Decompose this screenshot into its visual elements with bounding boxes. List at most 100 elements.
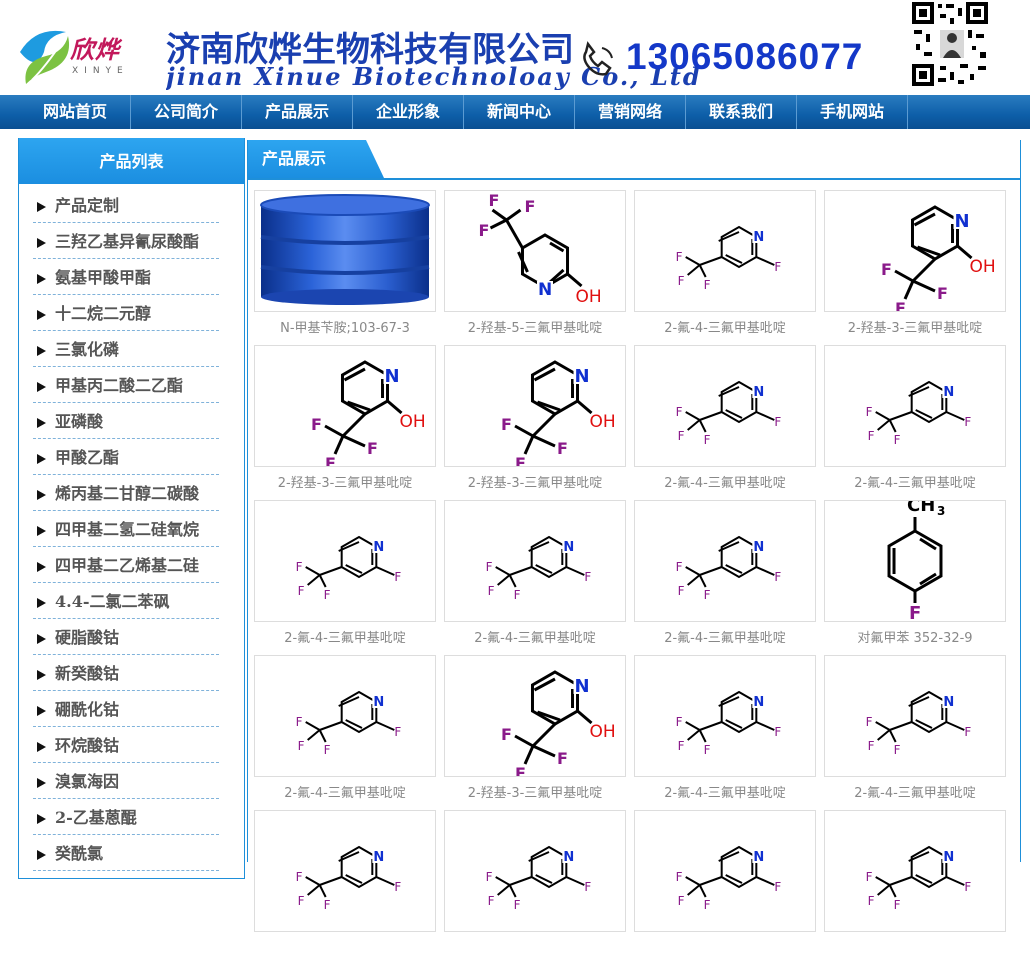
product-card[interactable]: N OH F F F 2-羟基-3-三氟甲基吡啶 (824, 190, 1006, 346)
fluoro-pyridine-structure-icon[interactable]: N F F F F (254, 810, 436, 932)
product-card[interactable]: N OH F F F 2-羟基-5-三氟甲基吡啶 (444, 190, 626, 346)
sidebar-item[interactable]: 产品定制 (33, 188, 219, 223)
product-caption[interactable]: 2-氟-4-三氟甲基吡啶 (444, 622, 626, 656)
hydroxy-pyridine-structure-icon[interactable]: N OH F F F (444, 190, 626, 312)
panel-title: 产品展示 (248, 140, 384, 178)
product-card[interactable]: N-甲基苄胺;103-67-3 (254, 190, 436, 346)
product-caption[interactable]: N-甲基苄胺;103-67-3 (254, 312, 436, 346)
sidebar-item[interactable]: 硬脂酸钴 (33, 620, 219, 655)
fluoro-pyridine-structure-icon[interactable]: N F F F F (634, 190, 816, 312)
sidebar-item[interactable]: 烯丙基二甘醇二碳酸 (33, 476, 219, 511)
product-card[interactable]: N F F F F 2-氟-4-三氟甲基吡啶 (254, 500, 436, 656)
product-card[interactable]: N F F F F (824, 810, 1006, 966)
nav-about[interactable]: 公司简介 (131, 95, 242, 129)
fluoro-pyridine-structure-icon[interactable]: N F F F F (634, 345, 816, 467)
product-card[interactable]: N F F F F 2-氟-4-三氟甲基吡啶 (254, 655, 436, 811)
nav-network[interactable]: 营销网络 (575, 95, 686, 129)
sidebar-item[interactable]: 4.4-二氯二苯砜 (33, 584, 219, 619)
fluoro-pyridine-structure-icon[interactable]: N F F F F (824, 810, 1006, 932)
sidebar-item[interactable]: 三氯化磷 (33, 332, 219, 367)
fluoro-pyridine-structure-icon[interactable]: N F F F F (634, 500, 816, 622)
nav-products[interactable]: 产品展示 (242, 95, 353, 129)
sidebar-item[interactable]: 四甲基二氢二硅氧烷 (33, 512, 219, 547)
product-caption[interactable] (634, 932, 816, 966)
svg-text:F: F (488, 894, 495, 908)
product-card[interactable]: N F F F F (634, 810, 816, 966)
product-card[interactable]: N F F F F 2-氟-4-三氟甲基吡啶 (634, 500, 816, 656)
sidebar-item[interactable]: 甲基丙二酸二乙酯 (33, 368, 219, 403)
sidebar-item[interactable]: 四甲基二乙烯基二硅 (33, 548, 219, 583)
product-card[interactable]: N OH F F F 2-羟基-3-三氟甲基吡啶 (444, 345, 626, 501)
product-caption[interactable]: 2-氟-4-三氟甲基吡啶 (254, 777, 436, 811)
chemical-drum-image[interactable] (254, 190, 436, 312)
fluoro-pyridine-structure-icon[interactable]: N F F F F (254, 655, 436, 777)
product-card[interactable]: N F F F F (444, 810, 626, 966)
arrow-right-icon (37, 526, 46, 536)
svg-text:F: F (584, 570, 591, 584)
fluoro-pyridine-structure-icon[interactable]: N F F F F (824, 655, 1006, 777)
product-caption[interactable] (254, 932, 436, 966)
product-caption[interactable] (824, 932, 1006, 966)
hydroxy-pyridine-structure-icon[interactable]: N OH F F F (444, 655, 626, 777)
product-card[interactable]: N F F F F 2-氟-4-三氟甲基吡啶 (824, 655, 1006, 811)
product-card[interactable]: N F F F F 2-氟-4-三氟甲基吡啶 (634, 345, 816, 501)
product-card[interactable]: N OH F F F 2-羟基-3-三氟甲基吡啶 (444, 655, 626, 811)
fluoro-pyridine-structure-icon[interactable]: N F F F F (444, 810, 626, 932)
fluoro-pyridine-structure-icon[interactable]: N F F F F (824, 345, 1006, 467)
nav-contact[interactable]: 联系我们 (686, 95, 797, 129)
fluoro-pyridine-structure-icon[interactable]: N F F F F (444, 500, 626, 622)
sidebar-item[interactable]: 三羟乙基异氰尿酸酯 (33, 224, 219, 259)
product-caption[interactable]: 2-氟-4-三氟甲基吡啶 (824, 467, 1006, 501)
sidebar-item[interactable]: 十二烷二元醇 (33, 296, 219, 331)
nav-image[interactable]: 企业形象 (353, 95, 464, 129)
product-card[interactable]: N F F F F 2-氟-4-三氟甲基吡啶 (634, 190, 816, 346)
product-card[interactable]: N F F F F 2-氟-4-三氟甲基吡啶 (444, 500, 626, 656)
product-caption[interactable]: 2-氟-4-三氟甲基吡啶 (634, 312, 816, 346)
svg-text:F: F (881, 260, 892, 279)
product-card[interactable]: N F F F F 2-氟-4-三氟甲基吡啶 (634, 655, 816, 811)
product-card[interactable]: CH 3 F 对氟甲苯 352-32-9 (824, 500, 1006, 656)
svg-text:F: F (866, 870, 873, 884)
svg-text:F: F (937, 284, 948, 303)
product-caption[interactable]: 2-羟基-3-三氟甲基吡啶 (444, 777, 626, 811)
nav-home[interactable]: 网站首页 (20, 95, 131, 129)
arrow-right-icon (37, 382, 46, 392)
sidebar-item[interactable]: 甲酸乙酯 (33, 440, 219, 475)
svg-text:N: N (943, 850, 954, 865)
panel-header: 产品展示 (248, 140, 1020, 180)
sidebar-item[interactable]: 2-乙基蒽醌 (33, 800, 219, 835)
svg-text:F: F (296, 560, 303, 574)
hydroxy-pyridine-structure-icon[interactable]: N OH F F F (254, 345, 436, 467)
hydroxy-pyridine-structure-icon[interactable]: N OH F F F (444, 345, 626, 467)
sidebar-item[interactable]: 溴氯海因 (33, 764, 219, 799)
sidebar-item[interactable]: 氨基甲酸甲酯 (33, 260, 219, 295)
product-caption[interactable]: 对氟甲苯 352-32-9 (824, 622, 1006, 656)
sidebar-item[interactable]: 亚磷酸 (33, 404, 219, 439)
sidebar-item[interactable]: 新癸酸钴 (33, 656, 219, 691)
sidebar-item-label: 三氯化磷 (55, 340, 120, 359)
product-caption[interactable]: 2-羟基-3-三氟甲基吡啶 (254, 467, 436, 501)
product-caption[interactable]: 2-羟基-5-三氟甲基吡啶 (444, 312, 626, 346)
fluorotoluene-structure-icon[interactable]: CH 3 F (824, 500, 1006, 622)
product-caption[interactable]: 2-氟-4-三氟甲基吡啶 (254, 622, 436, 656)
product-caption[interactable]: 2-氟-4-三氟甲基吡啶 (824, 777, 1006, 811)
nav-mobile[interactable]: 手机网站 (797, 95, 908, 129)
product-caption[interactable]: 2-羟基-3-三氟甲基吡啶 (824, 312, 1006, 346)
product-caption[interactable]: 2-羟基-3-三氟甲基吡啶 (444, 467, 626, 501)
arrow-right-icon (37, 706, 46, 716)
product-caption[interactable] (444, 932, 626, 966)
sidebar-item[interactable]: 硼酰化钴 (33, 692, 219, 727)
sidebar-item[interactable]: 环烷酸钴 (33, 728, 219, 763)
fluoro-pyridine-structure-icon[interactable]: N F F F F (254, 500, 436, 622)
product-card[interactable]: N F F F F 2-氟-4-三氟甲基吡啶 (824, 345, 1006, 501)
product-caption[interactable]: 2-氟-4-三氟甲基吡啶 (634, 467, 816, 501)
fluoro-pyridine-structure-icon[interactable]: N F F F F (634, 810, 816, 932)
sidebar-item[interactable]: 癸酰氯 (33, 836, 219, 871)
hydroxy-pyridine-structure-icon[interactable]: N OH F F F (824, 190, 1006, 312)
product-card[interactable]: N OH F F F 2-羟基-3-三氟甲基吡啶 (254, 345, 436, 501)
product-caption[interactable]: 2-氟-4-三氟甲基吡啶 (634, 777, 816, 811)
product-caption[interactable]: 2-氟-4-三氟甲基吡啶 (634, 622, 816, 656)
fluoro-pyridine-structure-icon[interactable]: N F F F F (634, 655, 816, 777)
product-card[interactable]: N F F F F (254, 810, 436, 966)
nav-news[interactable]: 新闻中心 (464, 95, 575, 129)
